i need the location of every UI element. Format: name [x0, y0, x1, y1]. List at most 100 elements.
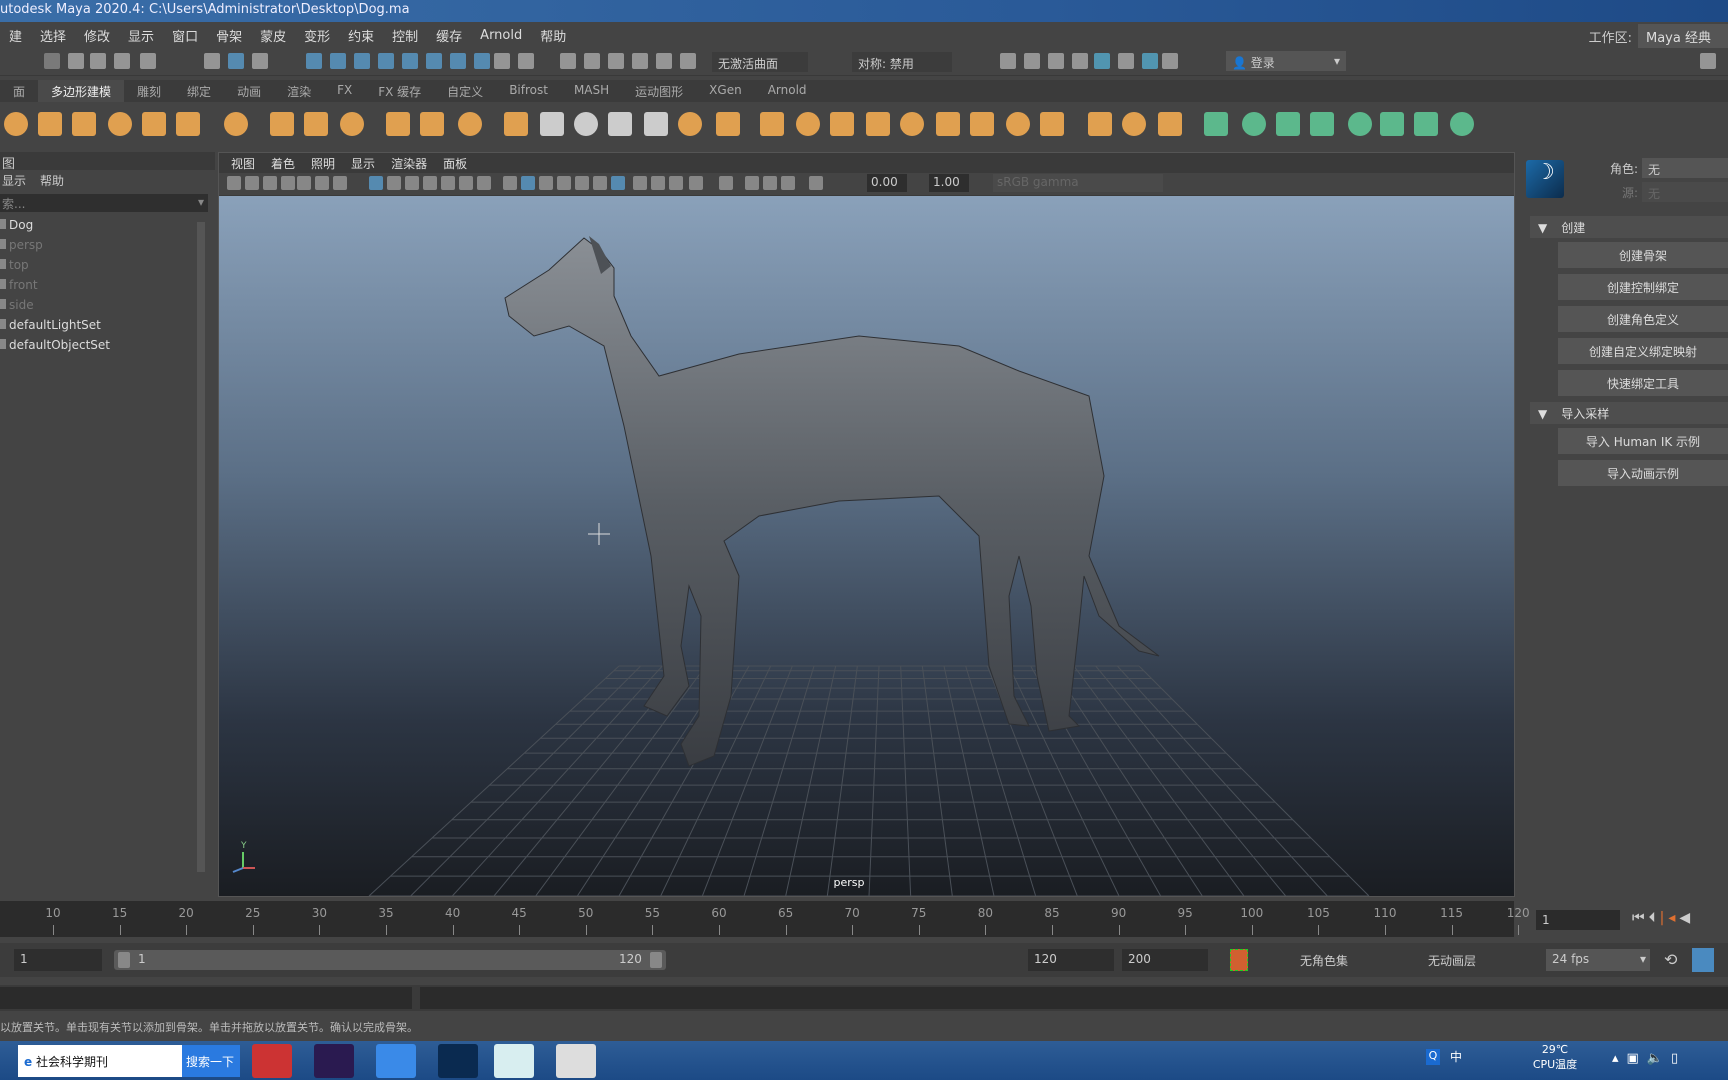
menu-0[interactable]: 建: [0, 26, 31, 45]
hik-button-0-3[interactable]: 创建自定义绑定映射: [1558, 338, 1728, 364]
hik-button-0-0[interactable]: 创建骨架: [1558, 242, 1728, 268]
tray-expand-icon[interactable]: ▴: [1612, 1051, 1627, 1066]
uv-planar-icon[interactable]: [1276, 112, 1300, 136]
snap-grid-icon[interactable]: [306, 53, 322, 69]
color-space-dropdown[interactable]: sRGB gamma: [993, 174, 1163, 192]
menu-7[interactable]: 变形: [295, 26, 339, 45]
pivot-icon[interactable]: [608, 53, 624, 69]
select-component-icon[interactable]: [252, 53, 268, 69]
freeze-icon[interactable]: [420, 112, 444, 136]
hik-button-0-1[interactable]: 创建控制绑定: [1558, 274, 1728, 300]
viewport-tool-icon[interactable]: [781, 176, 795, 190]
viewport-tool-icon[interactable]: [369, 176, 383, 190]
viewport-menu-0[interactable]: 视图: [223, 155, 263, 171]
uv-cylindrical-icon[interactable]: [1310, 112, 1334, 136]
shelf-tab-6[interactable]: FX: [324, 80, 366, 102]
anim-layer-dropdown[interactable]: 无动画层: [1422, 949, 1522, 971]
merge-icon[interactable]: [900, 112, 924, 136]
hik-section-1[interactable]: ▼ 导入采样: [1530, 402, 1728, 424]
range-slider[interactable]: 1 120: [114, 950, 666, 970]
render-frame-icon[interactable]: [1024, 53, 1040, 69]
search-button[interactable]: 搜索一下: [182, 1045, 240, 1077]
edit-edge-flow-icon[interactable]: [1204, 112, 1228, 136]
extrude-icon[interactable]: [716, 112, 740, 136]
shelf-tab-5[interactable]: 渲染: [274, 80, 325, 102]
viewport-tool-icon[interactable]: [245, 176, 259, 190]
volume-icon[interactable]: 🔈: [1647, 1051, 1671, 1066]
viewport-tool-icon[interactable]: [763, 176, 777, 190]
zbrush-icon[interactable]: [556, 1044, 596, 1078]
command-input[interactable]: [0, 987, 412, 1009]
wedge-icon[interactable]: [1122, 112, 1146, 136]
viewport-tool-icon[interactable]: [441, 176, 455, 190]
menu-5[interactable]: 骨架: [207, 26, 251, 45]
gamma-field[interactable]: 1.00: [929, 174, 969, 192]
login-dropdown[interactable]: 👤 登录 ▾: [1226, 51, 1346, 71]
hik-button-1-1[interactable]: 导入动画示例: [1558, 460, 1728, 486]
outliner-item-defaultObjectSet[interactable]: defaultObjectSet: [0, 336, 215, 356]
slide-edge-icon[interactable]: [1242, 112, 1266, 136]
menu-10[interactable]: 缓存: [427, 26, 471, 45]
viewport-menu-4[interactable]: 渲染器: [383, 155, 435, 171]
select-highlight-icon[interactable]: [518, 53, 534, 69]
viewport-tool-icon[interactable]: [477, 176, 491, 190]
bevel-icon[interactable]: [796, 112, 820, 136]
viewport-tool-icon[interactable]: [315, 176, 329, 190]
construction-icon[interactable]: [584, 53, 600, 69]
shelf-tab-12[interactable]: XGen: [696, 80, 755, 102]
photoshop-icon[interactable]: [438, 1044, 478, 1078]
save-scene-icon[interactable]: [114, 53, 130, 69]
shelf-tab-8[interactable]: 自定义: [434, 80, 497, 102]
viewport-menu-5[interactable]: 面板: [435, 155, 475, 171]
viewport-tool-icon[interactable]: [423, 176, 437, 190]
animation-end-field[interactable]: 200: [1122, 949, 1208, 971]
menu-1[interactable]: 选择: [31, 26, 75, 45]
step-back-frame-icon[interactable]: |◂: [1660, 910, 1680, 926]
boolean-icon[interactable]: [644, 112, 668, 136]
sphere-star-icon[interactable]: [270, 112, 294, 136]
hik-button-0-2[interactable]: 创建角色定义: [1558, 306, 1728, 332]
menu-4[interactable]: 窗口: [163, 26, 207, 45]
exposure-field[interactable]: 0.00: [867, 174, 907, 192]
platonic-icon[interactable]: [224, 112, 248, 136]
ipr-icon[interactable]: [1048, 53, 1064, 69]
poly-plane-icon[interactable]: [4, 112, 28, 136]
light-editor-icon[interactable]: [1142, 53, 1158, 69]
render-settings-icon[interactable]: [1072, 53, 1088, 69]
system-tray[interactable]: ▴▣🔈▯: [1612, 1051, 1686, 1066]
menu-8[interactable]: 约束: [339, 26, 383, 45]
menu-6[interactable]: 蒙皮: [251, 26, 295, 45]
outliner-scrollbar[interactable]: [197, 222, 205, 872]
live-surface-field[interactable]: 无激活曲面: [712, 52, 808, 72]
play-backwards-icon[interactable]: ◀: [1679, 910, 1694, 926]
help-icon[interactable]: [474, 53, 490, 69]
locator-icon[interactable]: [458, 112, 482, 136]
loop-icon[interactable]: ⟲: [1664, 950, 1677, 969]
fps-dropdown[interactable]: 24 fps ▾: [1546, 949, 1650, 971]
range-end-handle[interactable]: [650, 952, 662, 968]
select-hierarchy-icon[interactable]: [204, 53, 220, 69]
make-live-icon[interactable]: [426, 53, 442, 69]
outliner-item-front[interactable]: front: [0, 276, 215, 296]
viewport-tool-icon[interactable]: [297, 176, 311, 190]
new-scene-icon[interactable]: [68, 53, 84, 69]
history-icon[interactable]: [560, 53, 576, 69]
uv-auto-icon[interactable]: [1380, 112, 1404, 136]
hypershade-icon[interactable]: [1094, 53, 1110, 69]
lock-icon[interactable]: [494, 53, 510, 69]
poly-diamond-icon[interactable]: [142, 112, 166, 136]
separate-icon[interactable]: [540, 112, 564, 136]
shelf-tab-13[interactable]: Arnold: [754, 80, 820, 102]
append-icon[interactable]: [866, 112, 890, 136]
viewport-tool-icon[interactable]: [719, 176, 733, 190]
viewport-tool-icon[interactable]: [651, 176, 665, 190]
hik-button-0-4[interactable]: 快速绑定工具: [1558, 370, 1728, 396]
menu-12[interactable]: 帮助: [531, 26, 575, 45]
shelf-tab-2[interactable]: 雕刻: [124, 80, 175, 102]
viewport-tool-icon[interactable]: [503, 176, 517, 190]
center-pivot-icon[interactable]: [386, 112, 410, 136]
network-icon[interactable]: ▣: [1627, 1051, 1647, 1066]
render-setup-icon[interactable]: [1118, 53, 1134, 69]
character-set-dropdown[interactable]: 无角色集: [1294, 949, 1394, 971]
outliner-search-input[interactable]: 索... ▾: [0, 194, 208, 212]
